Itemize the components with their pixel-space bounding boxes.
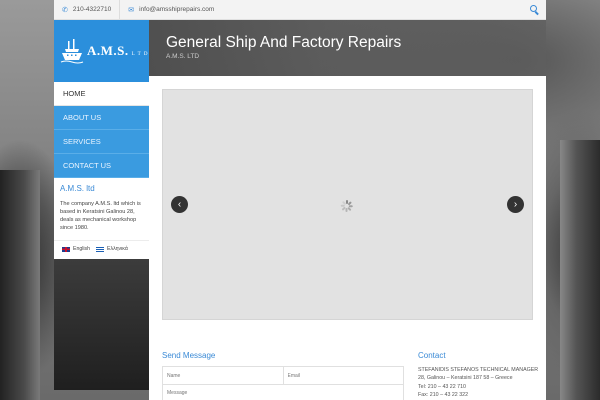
about-title: A.M.S. ltd (60, 184, 95, 193)
send-message-form: Send Message (162, 351, 404, 400)
page-subtitle: A.M.S. LTD (166, 53, 200, 60)
language-english[interactable]: English (73, 246, 90, 252)
slider-next-button[interactable]: › (507, 196, 524, 213)
nav-item-services[interactable]: SERVICES (54, 130, 149, 154)
nav-item-about-us[interactable]: ABOUT US (54, 106, 149, 130)
image-slider[interactable]: ‹ › (162, 89, 533, 320)
phone-item[interactable]: ✆ 210-4322710 (54, 0, 121, 19)
nav-item-contact-us[interactable]: CONTACT US (54, 154, 149, 178)
contact-title: Contact (418, 351, 446, 360)
contact-info: Contact STEFANIDIS STEFANOS TECHNICAL MA… (418, 351, 539, 400)
top-bar: ✆ 210-4322710 ✉ info@amsshiprepairs.com (54, 0, 546, 20)
page-title: General Ship And Factory Repairs (166, 34, 402, 51)
slider-prev-button[interactable]: ‹ (171, 196, 188, 213)
background-machinery (0, 170, 40, 400)
main-content: ‹ › Send Message Contact STEFANIDIS STEF… (149, 76, 546, 400)
contact-address: 28, Galinou – Keratsini 187 58 – Greece (418, 375, 513, 382)
main-nav: HOME ABOUT US SERVICES CONTACT US (54, 82, 149, 178)
email-item[interactable]: ✉ info@amsshiprepairs.com (120, 0, 222, 19)
send-message-title: Send Message (162, 351, 216, 360)
about-text: The company A.M.S. ltd which is based in… (60, 201, 141, 232)
email-input[interactable] (282, 367, 403, 384)
language-greek[interactable]: Ελληνικά (107, 246, 128, 252)
chevron-left-icon: ‹ (177, 198, 182, 210)
envelope-icon: ✉ (128, 6, 135, 14)
contact-fax: Fax: 210 – 43 22 322 (418, 392, 469, 399)
name-input[interactable] (163, 367, 283, 384)
background-machinery (560, 140, 600, 400)
nav-item-home[interactable]: HOME (54, 82, 149, 106)
site-logo[interactable]: A.M.S. L T D (54, 20, 149, 82)
message-input[interactable] (162, 385, 404, 400)
phone-number: 210-4322710 (72, 6, 112, 13)
sidebar-background (54, 259, 149, 391)
uk-flag-icon[interactable] (62, 246, 70, 252)
greece-flag-icon[interactable] (96, 246, 105, 252)
logo-text: A.M.S. L T D (87, 43, 149, 58)
page-header: General Ship And Factory Repairs A.M.S. … (149, 20, 546, 76)
phone-icon: ✆ (62, 6, 68, 14)
chevron-right-icon: › (513, 198, 518, 210)
sidebar: A.M.S. L T D HOME ABOUT US SERVICES CONTA… (54, 20, 149, 391)
search-icon[interactable] (530, 4, 540, 15)
language-switcher: English Ελληνικά (54, 240, 149, 260)
contact-manager: STEFANIDIS STEFANOS TECHNICAL MANAGER (418, 367, 539, 373)
loading-spinner-icon (340, 200, 353, 212)
about-widget: A.M.S. ltd The company A.M.S. ltd which … (54, 178, 149, 241)
ship-icon (60, 39, 84, 64)
email-address: info@amsshiprepairs.com (139, 6, 215, 13)
contact-phone: Tel: 210 – 43 22 710 (418, 383, 467, 390)
